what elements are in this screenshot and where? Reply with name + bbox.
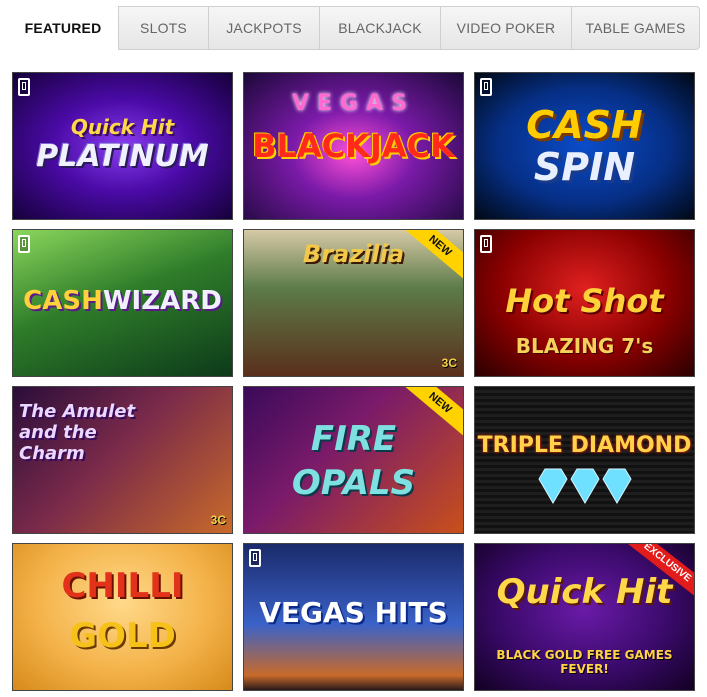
mobile-icon [249,549,261,567]
tab-table-games[interactable]: TABLE GAMES [572,6,700,50]
game-tile-cash-wizard[interactable]: CASHWIZARD [12,229,233,377]
game-title-line1: Quick Hit [496,572,673,612]
game-title-line2: BLACK GOLD FREE GAMES FEVER! [496,648,673,676]
maker-logo: 3C [441,356,457,370]
tab-featured[interactable]: FEATURED [8,6,118,50]
mobile-icon [18,78,30,96]
game-tile-amulet-and-the-charm[interactable]: The Amulet and the Charm 3C [12,386,233,534]
game-category-tabs: FEATURED SLOTS JACKPOTS BLACKJACK VIDEO … [8,6,700,50]
tab-jackpots[interactable]: JACKPOTS [209,6,320,50]
maker-logo: 3C [210,513,226,527]
game-title-line2: WIZARD [102,286,222,316]
game-artwork [475,387,694,533]
tab-blackjack[interactable]: BLACKJACK [320,6,441,50]
game-title-line1: The Amulet and the Charm [19,401,136,464]
game-title-line1: CASH [23,286,103,316]
game-grid: Quick Hit PLATINUM VEGAS BLACKJACK CASH … [12,72,695,697]
game-title-line1: CASH [526,103,643,147]
game-tile-quick-hit-platinum[interactable]: Quick Hit PLATINUM [12,72,233,220]
game-title-line2: SPIN [533,145,636,189]
game-artwork [244,387,463,533]
game-title-line2: BLAZING 7's [515,334,654,358]
game-tile-cash-spin[interactable]: CASH SPIN [474,72,695,220]
game-title-line1: VEGAS HITS [259,596,448,629]
game-title-line2: OPALS [291,463,416,503]
game-tile-quick-hit-black-gold[interactable]: Quick Hit BLACK GOLD FREE GAMES FEVER! E… [474,543,695,691]
tab-video-poker[interactable]: VIDEO POKER [441,6,572,50]
game-title-line1: Quick Hit [70,115,175,139]
game-tile-vegas-blackjack[interactable]: VEGAS BLACKJACK [243,72,464,220]
game-title-line1: CHILLI [61,566,184,606]
mobile-icon [480,78,492,96]
game-tile-fire-opals[interactable]: FIRE OPALS NEW [243,386,464,534]
diamond-icon [538,468,632,504]
game-title-line1: TRIPLE DIAMOND [477,433,692,458]
game-title-line1: VEGAS [292,91,415,116]
game-tile-hot-shot[interactable]: Hot Shot BLAZING 7's [474,229,695,377]
game-tile-vegas-hits[interactable]: VEGAS HITS [243,543,464,691]
game-tile-chilli-gold[interactable]: CHILLI GOLD [12,543,233,691]
mobile-icon [480,235,492,253]
game-title-line2: GOLD [69,616,176,656]
game-tile-triple-diamond[interactable]: TRIPLE DIAMOND [474,386,695,534]
game-title-line1: FIRE [310,419,397,459]
game-title-line2: BLACKJACK [252,127,455,165]
game-title: CASHWIZARD [13,286,232,316]
tab-slots[interactable]: SLOTS [118,6,209,50]
mobile-icon [18,235,30,253]
game-tile-brazilia[interactable]: Brazilia NEW 3C [243,229,464,377]
game-title-line1: Hot Shot [505,282,664,320]
game-title-line2: PLATINUM [36,139,209,174]
